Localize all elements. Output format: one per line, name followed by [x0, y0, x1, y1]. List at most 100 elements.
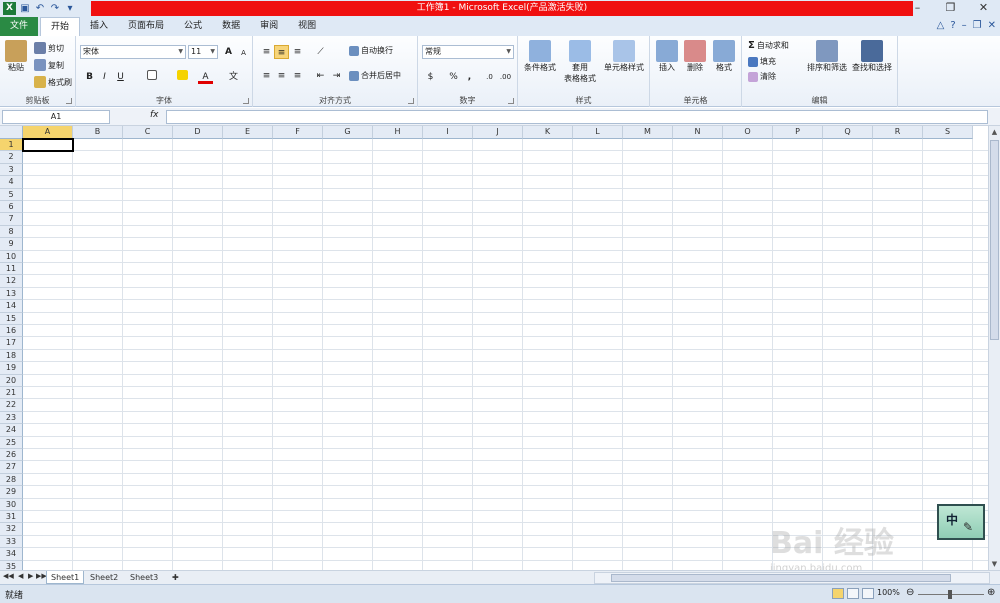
- row-header[interactable]: 31: [0, 511, 23, 524]
- shrink-font-button[interactable]: A: [236, 46, 251, 60]
- column-header[interactable]: N: [673, 126, 723, 139]
- align-bottom-icon[interactable]: ≡: [290, 45, 305, 59]
- column-header[interactable]: G: [323, 126, 373, 139]
- vertical-scroll-thumb[interactable]: [990, 140, 999, 340]
- clear-button[interactable]: 清除: [748, 71, 776, 82]
- copy-button[interactable]: 复制: [34, 59, 64, 71]
- page-break-view-icon[interactable]: [862, 588, 874, 599]
- row-header[interactable]: 3: [0, 163, 23, 177]
- worksheet-grid[interactable]: A B C D E F G H I J K L M N O P Q R S 1 2 3 4 5 6 7 8 9 10 11 12 13 14 15…: [0, 126, 988, 570]
- close-icon[interactable]: ✕: [967, 0, 1000, 17]
- vertical-scrollbar[interactable]: ▲ ▼: [988, 126, 1000, 570]
- row-header[interactable]: 26: [0, 449, 23, 462]
- font-launcher-icon[interactable]: [243, 98, 249, 104]
- row-header[interactable]: 16: [0, 325, 23, 338]
- first-sheet-icon[interactable]: ◀◀: [3, 572, 14, 580]
- align-center-icon[interactable]: ≡: [274, 69, 289, 83]
- fill-color-button[interactable]: [175, 70, 190, 84]
- row-header[interactable]: 13: [0, 287, 23, 301]
- column-header[interactable]: B: [73, 126, 123, 139]
- row-header[interactable]: 6: [0, 201, 23, 214]
- comma-button[interactable]: ,: [462, 70, 477, 84]
- column-header[interactable]: Q: [823, 126, 873, 139]
- decrease-decimal-icon[interactable]: .00: [498, 70, 513, 84]
- find-select-button[interactable]: 查找和选择: [850, 40, 894, 73]
- font-size-select[interactable]: 11 ▼: [188, 45, 218, 59]
- row-header[interactable]: 32: [0, 523, 23, 536]
- scroll-up-icon[interactable]: ▲: [989, 126, 1000, 138]
- row-header[interactable]: 29: [0, 486, 23, 499]
- clipboard-launcher-icon[interactable]: [66, 98, 72, 104]
- increase-decimal-icon[interactable]: .0: [482, 70, 497, 84]
- row-header[interactable]: 28: [0, 473, 23, 487]
- fill-button[interactable]: 填充: [748, 56, 776, 67]
- horizontal-scroll-thumb[interactable]: [611, 574, 951, 582]
- tab-view[interactable]: 视图: [288, 17, 326, 36]
- row-header[interactable]: 22: [0, 399, 23, 412]
- column-header[interactable]: H: [373, 126, 423, 139]
- autosum-button[interactable]: Σ 自动求和: [748, 40, 789, 51]
- zoom-level[interactable]: 100%: [877, 588, 900, 597]
- save-icon[interactable]: ▣: [19, 3, 31, 15]
- row-header[interactable]: 9: [0, 238, 23, 251]
- phonetic-button[interactable]: 文: [226, 70, 241, 84]
- row-header[interactable]: 34: [0, 548, 23, 561]
- align-top-icon[interactable]: ≡: [259, 45, 274, 59]
- row-header[interactable]: 5: [0, 188, 23, 201]
- column-header[interactable]: E: [223, 126, 273, 139]
- merge-center-button[interactable]: 合并后居中: [349, 70, 401, 81]
- align-right-icon[interactable]: ≡: [290, 69, 305, 83]
- insert-cells-button[interactable]: 插入: [654, 40, 680, 73]
- ime-widget[interactable]: 中 ✎: [937, 504, 985, 540]
- italic-button[interactable]: I: [97, 70, 112, 84]
- row-header[interactable]: 10: [0, 250, 23, 263]
- column-header[interactable]: O: [723, 126, 773, 139]
- formula-input[interactable]: [166, 110, 988, 124]
- column-header[interactable]: C: [123, 126, 173, 139]
- column-header[interactable]: L: [573, 126, 623, 139]
- undo-icon[interactable]: ↶: [34, 3, 46, 15]
- row-header[interactable]: 35: [0, 560, 23, 570]
- font-name-select[interactable]: 宋体 ▼: [80, 45, 186, 59]
- wrap-text-button[interactable]: 自动换行: [349, 45, 393, 56]
- tab-data[interactable]: 数据: [212, 17, 250, 36]
- sheet-tab-sheet1[interactable]: Sheet1: [46, 571, 85, 584]
- cell-styles-button[interactable]: 单元格样式: [602, 40, 646, 73]
- sort-filter-button[interactable]: 排序和筛选: [806, 40, 848, 73]
- active-cell-a1[interactable]: [22, 138, 74, 153]
- row-header[interactable]: 19: [0, 362, 23, 375]
- row-header[interactable]: 23: [0, 411, 23, 425]
- customize-qat-icon[interactable]: ▾: [64, 3, 76, 15]
- format-painter-button[interactable]: 格式刷: [34, 76, 72, 88]
- percent-button[interactable]: %: [446, 70, 461, 84]
- row-header[interactable]: 12: [0, 275, 23, 288]
- column-header[interactable]: K: [523, 126, 573, 139]
- row-header[interactable]: 25: [0, 436, 23, 449]
- currency-icon[interactable]: $: [423, 70, 438, 84]
- doc-minimize-icon[interactable]: –: [962, 20, 967, 31]
- grow-font-button[interactable]: A: [221, 45, 236, 59]
- normal-view-icon[interactable]: [832, 588, 844, 599]
- row-header[interactable]: 20: [0, 374, 23, 387]
- row-header[interactable]: 27: [0, 461, 23, 474]
- row-header[interactable]: 24: [0, 424, 23, 437]
- column-header[interactable]: M: [623, 126, 673, 139]
- column-header[interactable]: J: [473, 126, 523, 139]
- orientation-icon[interactable]: ⟋: [313, 45, 328, 59]
- number-format-select[interactable]: 常规 ▼: [422, 45, 514, 59]
- horizontal-scrollbar[interactable]: [594, 572, 990, 584]
- delete-cells-button[interactable]: 删除: [682, 40, 708, 73]
- column-header[interactable]: R: [873, 126, 923, 139]
- align-left-icon[interactable]: ≡: [259, 69, 274, 83]
- format-cells-button[interactable]: 格式: [711, 40, 737, 73]
- bold-button[interactable]: B: [82, 70, 97, 84]
- column-header[interactable]: I: [423, 126, 473, 139]
- restore-icon[interactable]: ❐: [934, 0, 967, 17]
- redo-icon[interactable]: ↷: [49, 3, 61, 15]
- borders-button[interactable]: [144, 70, 159, 84]
- collapse-ribbon-icon[interactable]: △: [937, 20, 945, 31]
- tab-formulas[interactable]: 公式: [174, 17, 212, 36]
- prev-sheet-icon[interactable]: ◀: [18, 572, 23, 580]
- sheet-tab-sheet3[interactable]: Sheet3: [126, 571, 162, 584]
- column-header[interactable]: F: [273, 126, 323, 139]
